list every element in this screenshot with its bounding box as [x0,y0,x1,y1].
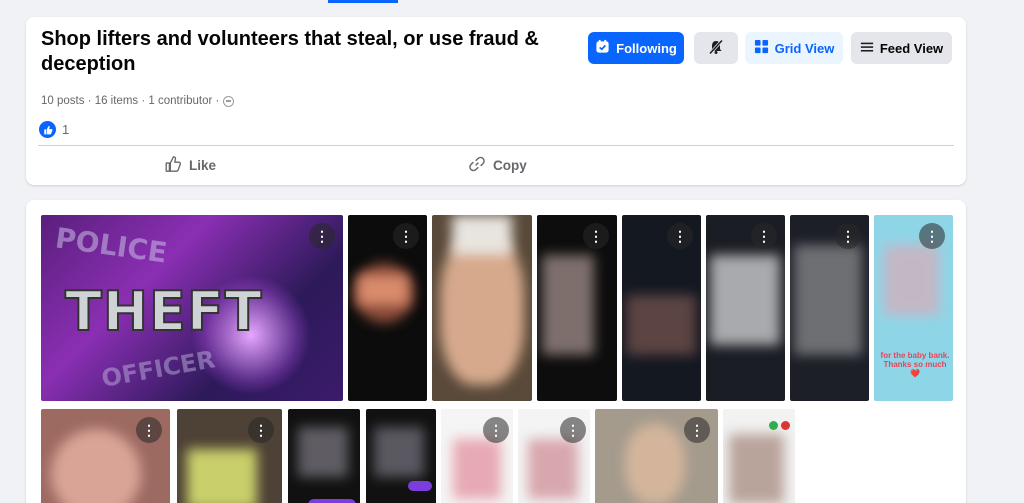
more-dots-icon[interactable]: ⋮ [393,223,419,249]
message-bubble [408,481,432,491]
media-thumbnail[interactable]: ⋮ [177,409,282,503]
mute-notifications-button[interactable] [694,32,738,64]
blurred-photo [542,255,594,355]
media-thumbnail[interactable]: ⋮ [518,409,590,503]
reaction-summary[interactable]: 1 [39,121,69,138]
blurred-photo [298,427,348,477]
copy-label: Copy [493,157,527,173]
more-dots-icon[interactable]: ⋮ [583,223,609,249]
feed-icon [860,40,874,57]
blurred-face [625,424,685,503]
feed-view-label: Feed View [879,40,944,56]
media-thumbnail[interactable]: POLICE THEFT OFFICER ⋮ [41,215,343,401]
following-check-icon [595,39,610,57]
more-dots-icon[interactable]: ⋮ [684,417,710,443]
like-reaction-icon [39,121,56,138]
action-divider [38,145,954,146]
more-dots-icon[interactable]: ⋮ [835,223,861,249]
theft-text: THEFT [64,279,263,344]
message-bubble [308,499,356,503]
media-thumbnail[interactable]: ⋮ [790,215,869,401]
status-dot [781,421,790,430]
blurred-photo [884,245,939,315]
media-thumbnail[interactable]: ⋮ [706,215,785,401]
like-thumb-icon [164,155,182,176]
blurred-photo [187,449,257,503]
post-caption: for the baby bank. Thanks so much ❤️ [880,351,950,378]
more-dots-icon[interactable]: ⋮ [560,417,586,443]
like-label: Like [189,157,217,173]
grid-icon [754,39,769,57]
more-dots-icon[interactable]: ⋮ [919,223,945,249]
blurred-photo [453,439,501,499]
media-grid-card: POLICE THEFT OFFICER ⋮ ⋮ ⋮ ⋮ ⋮ ⋮ for the… [26,200,966,503]
media-thumbnail[interactable]: ⋮ [441,409,513,503]
media-thumbnail[interactable]: for the baby bank. Thanks so much ❤️ ⋮ [874,215,953,401]
media-thumbnail[interactable]: ⋮ [348,215,427,401]
media-thumbnail[interactable] [432,215,532,401]
collection-title: Shop lifters and volunteers that steal, … [41,28,539,75]
more-dots-icon[interactable]: ⋮ [667,223,693,249]
blurred-face [440,235,524,385]
collection-stats: 10 posts · 16 items · 1 contributor · [41,95,220,107]
like-button[interactable]: Like [164,153,216,177]
globe-icon [223,95,235,107]
blurred-photo [626,295,696,355]
reaction-count: 1 [62,122,70,137]
following-label: Following [616,40,677,56]
blurred-photo [374,427,424,477]
blurred-photo [794,245,862,355]
more-dots-icon[interactable]: ⋮ [483,417,509,443]
media-thumbnail[interactable]: ⋮ [622,215,701,401]
active-tab-indicator [328,0,398,3]
blurred-photo [729,434,784,503]
more-dots-icon[interactable]: ⋮ [136,417,162,443]
police-text: POLICE [53,221,170,270]
blurred-face [452,215,512,255]
mute-bell-icon [708,38,724,58]
more-dots-icon[interactable]: ⋮ [248,417,274,443]
media-thumbnail[interactable] [288,409,360,503]
media-thumbnail[interactable] [366,409,436,503]
more-dots-icon[interactable]: ⋮ [751,223,777,249]
copy-link-icon [468,155,486,176]
feed-view-button[interactable]: Feed View [851,32,952,64]
media-thumbnail[interactable]: ⋮ [537,215,617,401]
status-dot [769,421,778,430]
media-thumbnail[interactable]: ⋮ [41,409,170,503]
blurred-photo [358,275,408,305]
blurred-photo [710,255,780,345]
blurred-photo [528,439,578,499]
collection-header-card: Shop lifters and volunteers that steal, … [26,17,966,185]
top-strip [0,0,1024,3]
copy-link-button[interactable]: Copy [468,153,527,177]
media-thumbnail[interactable] [723,409,795,503]
grid-view-label: Grid View [774,40,835,56]
blurred-photo [51,429,141,503]
more-dots-icon[interactable]: ⋮ [309,223,335,249]
media-thumbnail[interactable]: ⋮ [595,409,718,503]
collection-meta: 10 posts · 16 items · 1 contributor · [41,95,235,107]
grid-view-button[interactable]: Grid View [745,32,843,64]
following-button[interactable]: Following [588,32,684,64]
officer-text: OFFICER [99,345,218,393]
